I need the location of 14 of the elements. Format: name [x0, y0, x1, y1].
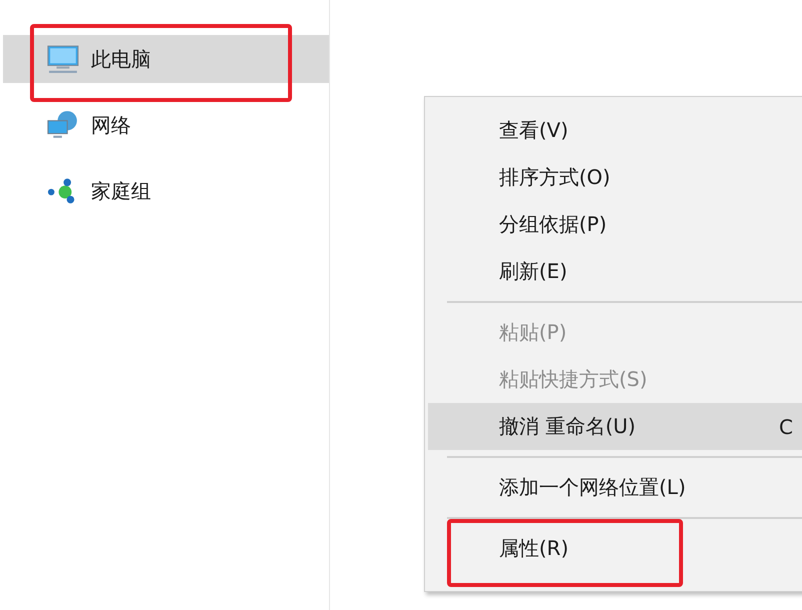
nav-item[interactable]: 此电脑 — [3, 35, 329, 83]
monitor-icon — [45, 44, 81, 74]
nav-label: 网络 — [91, 112, 131, 138]
menu-item[interactable]: 刷新(E) — [428, 248, 802, 295]
menu-item[interactable]: 查看(V) — [428, 107, 802, 154]
menu-item[interactable]: 撤消 重命名(U) C — [428, 403, 802, 450]
menu-item[interactable]: 添加一个网络位置(L) — [428, 464, 802, 511]
nav-item[interactable]: 家庭组 — [3, 167, 329, 215]
nav-label: 家庭组 — [91, 178, 151, 204]
nav-item[interactable]: 网络 — [3, 101, 329, 149]
menu-item[interactable]: 分组依据(P) — [428, 201, 802, 248]
menu-item[interactable]: 属性(R) — [428, 525, 802, 572]
nav-label: 此电脑 — [91, 46, 151, 72]
menu-item[interactable]: 排序方式(O) — [428, 154, 802, 201]
